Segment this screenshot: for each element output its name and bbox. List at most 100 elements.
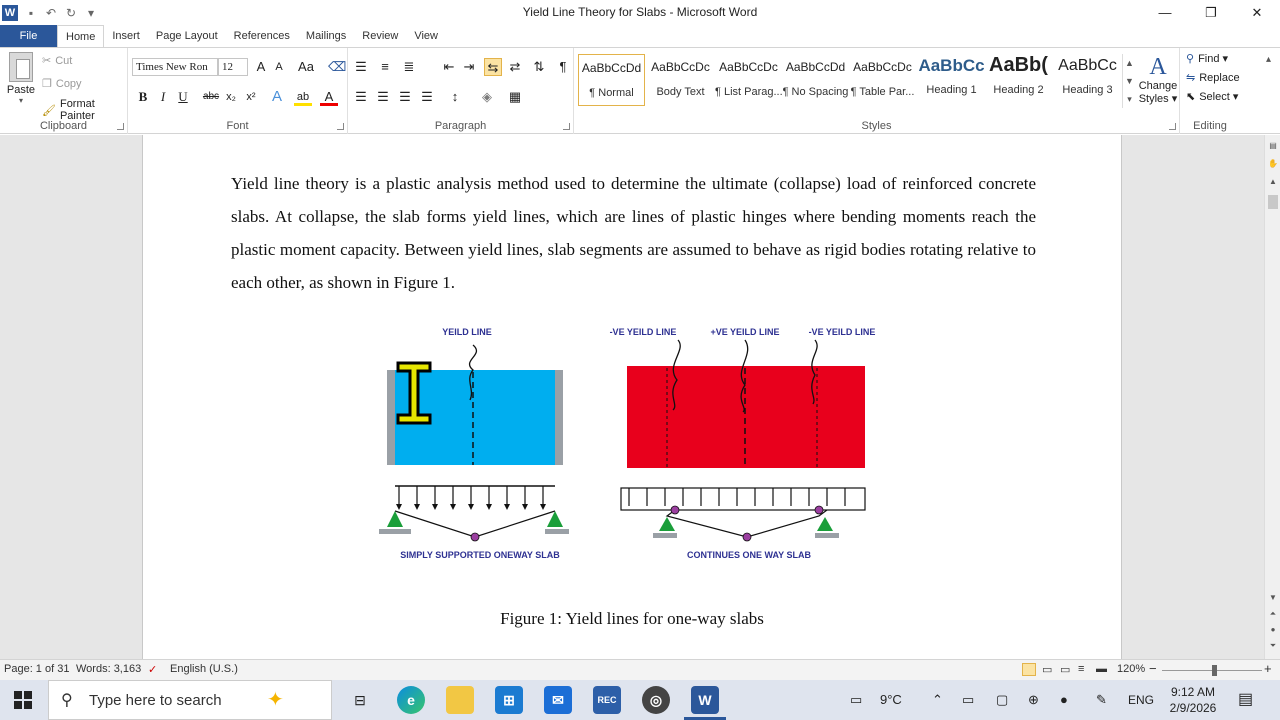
style-heading-3[interactable]: AaBbCc Heading 3 <box>1054 54 1121 106</box>
document-page[interactable]: y Yield line theory is a plastic analysi… <box>142 135 1122 659</box>
clear-formatting-icon[interactable]: ⌫ <box>328 58 346 76</box>
italic-button[interactable]: I <box>154 88 172 106</box>
tab-mailings[interactable]: Mailings <box>298 25 354 47</box>
meet-icon[interactable]: ▢ <box>996 680 1008 720</box>
show-hidden-icons-icon[interactable]: ⌃ <box>932 680 943 720</box>
pen-icon[interactable]: ✎ <box>1096 680 1107 720</box>
scroll-thumb[interactable] <box>1268 195 1278 209</box>
web-layout-icon[interactable]: ▭ <box>1060 663 1070 676</box>
pan-icon[interactable]: ✋ <box>1268 159 1278 169</box>
body-paragraph[interactable]: Yield line theory is a plastic analysis … <box>231 167 1036 299</box>
clock[interactable]: 9:12 AM 2/9/2026 <box>1166 684 1220 716</box>
zoom-out-button[interactable]: − <box>1149 661 1157 676</box>
tab-references[interactable]: References <box>226 25 298 47</box>
style-list-paragraph[interactable]: AaBbCcDc ¶ List Parag... <box>715 54 782 106</box>
tab-view[interactable]: View <box>406 25 446 47</box>
select-button[interactable]: ⬉ Select ▾ <box>1186 90 1238 103</box>
edge-browser-icon[interactable]: e <box>397 686 425 714</box>
task-view-icon[interactable]: ⊟ <box>346 686 374 714</box>
copy-button[interactable]: ❐ Copy <box>42 77 82 91</box>
font-name-box[interactable]: Times New Ron <box>132 58 218 76</box>
ltr-icon[interactable]: ⇆ <box>484 58 502 76</box>
word-count[interactable]: Words: 3,163 <box>76 663 141 675</box>
font-size-box[interactable]: 12 <box>218 58 248 76</box>
document-area[interactable]: y Yield line theory is a plastic analysi… <box>0 135 1264 659</box>
mail-icon[interactable]: ✉ <box>544 686 572 714</box>
subscript-button[interactable]: x₂ <box>222 88 240 106</box>
scroll-down-arrow-icon[interactable]: ▼ <box>1268 593 1278 603</box>
weather-icon[interactable]: ▭ <box>850 680 862 720</box>
language-indicator[interactable]: English (U.S.) <box>170 663 238 675</box>
tab-review[interactable]: Review <box>354 25 406 47</box>
zoom-in-button[interactable]: + <box>1264 661 1272 676</box>
network-globe-icon[interactable]: ⊕ <box>1028 680 1039 720</box>
ruler-toggle-icon[interactable]: ▤ <box>1268 141 1278 151</box>
change-case-button[interactable]: Aa <box>294 58 318 76</box>
windows-start-icon[interactable] <box>14 691 32 709</box>
style-heading-2[interactable]: AaBb( Heading 2 <box>985 54 1052 106</box>
align-center-icon[interactable]: ☰ <box>374 88 392 106</box>
bullets-icon[interactable]: ☰ <box>352 58 370 76</box>
sort-icon[interactable]: ⇅ <box>530 58 548 76</box>
style-table-paragraph[interactable]: AaBbCcDc ¶ Table Par... <box>849 54 916 106</box>
browse-object-icon[interactable]: ● <box>1268 625 1278 635</box>
close-button[interactable]: ✕ <box>1234 0 1280 25</box>
style-normal[interactable]: AaBbCcDd ¶ Normal <box>578 54 645 106</box>
show-marks-button[interactable]: ¶ <box>554 58 572 76</box>
shrink-font-button[interactable]: A <box>270 58 288 76</box>
style-no-spacing[interactable]: AaBbCcDd ¶ No Spacing <box>782 54 849 106</box>
vertical-scrollbar[interactable]: ▤ ✋ ▲ ▼ ⏶ ● ⏷ <box>1264 135 1280 659</box>
underline-button[interactable]: U <box>174 88 192 106</box>
zoom-slider-thumb[interactable] <box>1212 665 1217 676</box>
style-body-text[interactable]: AaBbCcDc Body Text <box>647 54 714 106</box>
text-effects-button[interactable]: A <box>268 88 286 106</box>
paste-button[interactable]: Paste ▾ <box>6 52 36 105</box>
shading-icon[interactable]: ◈ <box>478 88 496 106</box>
decrease-indent-icon[interactable]: ⇤ <box>440 58 458 76</box>
microphone-icon[interactable]: ● <box>1060 680 1068 720</box>
clipboard-launcher-icon[interactable] <box>117 123 124 130</box>
tab-page-layout[interactable]: Page Layout <box>148 25 226 47</box>
strikethrough-button[interactable]: abc <box>200 88 222 106</box>
restore-button[interactable]: ❐ <box>1188 0 1234 25</box>
styles-launcher-icon[interactable] <box>1169 123 1176 130</box>
input-language[interactable]: ENG <box>1128 680 1154 720</box>
scroll-down-icon[interactable]: ▼ <box>1123 72 1136 90</box>
more-styles-icon[interactable]: ▾ <box>1123 90 1136 108</box>
previous-page-icon[interactable]: ⏶ <box>1268 609 1278 619</box>
screen-capture-icon[interactable]: ◎ <box>642 686 670 714</box>
zoom-level[interactable]: 120% <box>1117 663 1145 675</box>
word-taskbar-icon[interactable]: W <box>691 686 719 714</box>
replace-button[interactable]: ⇋ Replace <box>1186 71 1240 85</box>
battery-icon[interactable]: ▭ <box>962 680 974 720</box>
find-button[interactable]: ⚲ Find ▾ <box>1186 52 1228 65</box>
borders-icon[interactable]: ▦ <box>506 88 524 106</box>
taskbar-search-input[interactable]: ⚲ Type here to search ✦ <box>48 680 332 720</box>
notifications-icon[interactable]: ▤ <box>1238 680 1253 720</box>
multilevel-list-icon[interactable]: ≣ <box>400 58 418 76</box>
tab-insert[interactable]: Insert <box>104 25 148 47</box>
collapse-ribbon-icon[interactable]: ▴ <box>1266 54 1271 65</box>
grow-font-button[interactable]: A <box>252 58 270 76</box>
justify-icon[interactable]: ☰ <box>418 88 436 106</box>
figure-1-image[interactable]: YEILD LINE SIMPLY SUPPORTED ONEWAY SLAB … <box>365 320 905 590</box>
tab-home[interactable]: Home <box>57 25 105 47</box>
align-right-icon[interactable]: ☰ <box>396 88 414 106</box>
full-screen-reading-icon[interactable]: ▭ <box>1042 663 1052 676</box>
tab-file[interactable]: File <box>0 25 57 47</box>
cut-button[interactable]: ✂ Cut <box>42 54 72 68</box>
numbering-icon[interactable]: ≡ <box>376 58 394 76</box>
draft-icon[interactable]: ▬ <box>1096 663 1107 675</box>
page-count[interactable]: Page: 1 of 31 <box>4 663 69 675</box>
format-painter-button[interactable]: 🖌 Format Painter <box>42 98 127 122</box>
align-left-icon[interactable]: ☰ <box>352 88 370 106</box>
style-heading-1[interactable]: AaBbCc Heading 1 <box>918 54 985 106</box>
increase-indent-icon[interactable]: ⇥ <box>460 58 478 76</box>
weather-temperature[interactable]: 9°C <box>880 680 902 720</box>
paragraph-launcher-icon[interactable] <box>563 123 570 130</box>
bold-button[interactable]: B <box>134 88 152 106</box>
scroll-up-arrow-icon[interactable]: ▲ <box>1268 177 1278 187</box>
file-explorer-icon[interactable] <box>446 686 474 714</box>
change-styles-button[interactable]: A Change Styles ▾ <box>1138 54 1178 105</box>
microsoft-store-icon[interactable]: ⊞ <box>495 686 523 714</box>
